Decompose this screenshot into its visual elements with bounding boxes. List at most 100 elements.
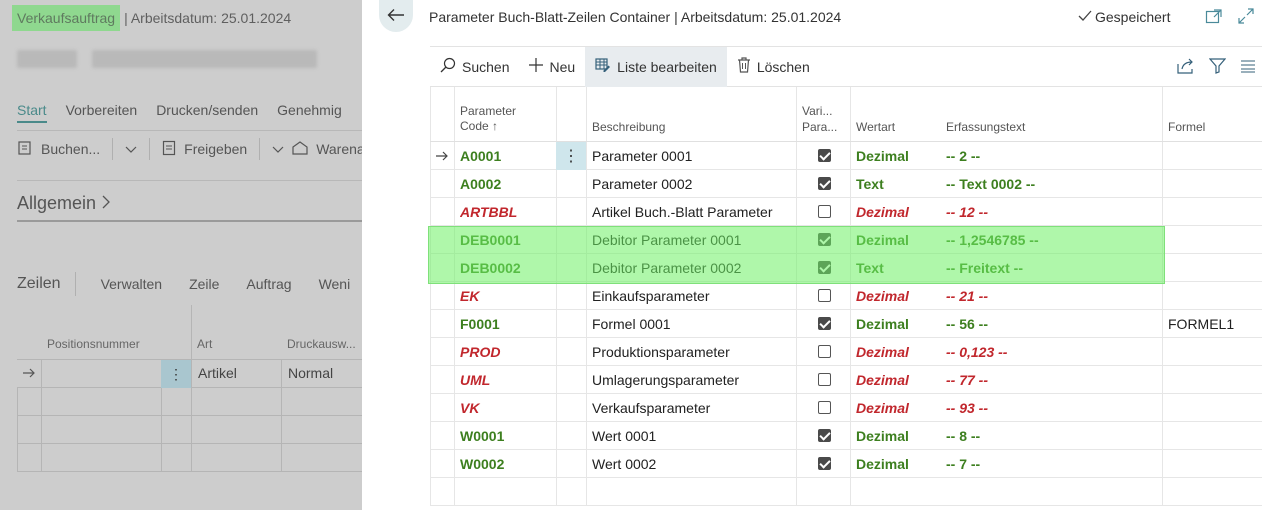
col-formula[interactable]: Formel [1168,120,1205,135]
new-button[interactable]: Neu [519,47,585,87]
cell-description[interactable]: Parameter 0001 [592,142,792,170]
open-new-window-icon[interactable] [1205,8,1223,27]
cell-formula[interactable] [1168,254,1258,282]
more-dots-icon[interactable]: ⋮ [556,142,586,170]
list-row[interactable]: PROD Produktionsparameter Dezimal -- 0,123 … [430,338,1262,366]
col-entry-text[interactable]: Erfassungstext [946,120,1025,135]
section-general[interactable]: Allgemein [17,193,111,214]
list-row[interactable]: W0002 Wert 0002 Dezimal -- 7 -- [430,450,1262,478]
cell-description[interactable]: Produktionsparameter [592,338,792,366]
cell-entry-text[interactable]: -- 56 -- [946,310,1161,338]
edit-list-button[interactable]: Liste bearbeiten [585,46,727,87]
cell-value-type[interactable]: Dezimal [856,394,941,422]
list-row[interactable]: UML Umlagerungsparameter Dezimal -- 77 -- [430,366,1262,394]
cell-entry-text[interactable]: -- Text 0002 -- [946,170,1161,198]
cell-description[interactable]: Debitor Parameter 0001 [592,226,792,254]
tab-genehmigen[interactable]: Genehmig [277,102,342,123]
cell-value-type[interactable]: Dezimal [856,226,941,254]
cell-entry-text[interactable]: -- 8 -- [946,422,1161,450]
cell-entry-text[interactable]: -- 1,2546785 -- [946,226,1161,254]
variable-checkbox[interactable] [818,149,831,162]
tab-start[interactable]: Start [17,102,47,123]
cell-formula[interactable] [1168,170,1258,198]
cell-value-type[interactable]: Dezimal [856,282,941,310]
cell-code[interactable]: EK [460,282,556,310]
delete-button[interactable]: Löschen [727,47,820,87]
col-description[interactable]: Beschreibung [592,120,665,135]
cell-print[interactable]: Normal [288,365,333,381]
cell-description[interactable]: Wert 0001 [592,422,792,450]
cell-value-type[interactable]: Dezimal [856,338,941,366]
list-row-empty[interactable] [430,478,1262,506]
back-button[interactable] [379,0,413,32]
more-dots-icon[interactable]: ⋮ [161,360,191,388]
share-icon[interactable] [1177,58,1195,77]
cell-value-type[interactable]: Dezimal [856,366,941,394]
cell-value-type[interactable]: Text [856,254,941,282]
cell-code[interactable]: VK [460,394,556,422]
variable-checkbox[interactable] [818,429,831,442]
variable-checkbox[interactable] [818,345,831,358]
cell-entry-text[interactable]: -- 7 -- [946,450,1161,478]
col-code-line1[interactable]: Parameter [460,104,516,119]
cell-formula[interactable] [1168,394,1258,422]
cell-formula[interactable] [1168,366,1258,394]
release-button[interactable]: Freigeben [184,141,247,157]
variable-checkbox[interactable] [818,457,831,470]
lines-action-manage[interactable]: Verwalten [101,276,162,292]
tab-vorbereiten[interactable]: Vorbereiten [66,102,138,123]
cell-code[interactable]: A0001 [460,142,556,170]
list-row[interactable]: EK Einkaufsparameter Dezimal -- 21 -- [430,282,1262,310]
list-row[interactable]: ARTBBL Artikel Buch.-Blatt Parameter Dezim… [430,198,1262,226]
variable-checkbox[interactable] [818,177,831,190]
warehouse-button[interactable]: Warena [316,141,362,157]
cell-value-type[interactable]: Text [856,170,941,198]
col-variable-line2[interactable]: Para... [802,120,837,135]
cell-code[interactable]: W0001 [460,422,556,450]
list-row[interactable]: F0001 Formel 0001 Dezimal -- 56 -- FORMEL1 [430,310,1262,338]
col-print[interactable]: Druckausw... [287,337,356,351]
lines-grid-row[interactable] [17,444,362,472]
cell-type[interactable]: Artikel [198,365,237,381]
cell-description[interactable]: Verkaufsparameter [592,394,792,422]
col-position[interactable]: Positionsnummer [47,337,140,351]
cell-entry-text[interactable]: -- Freitext -- [946,254,1161,282]
cell-description[interactable]: Parameter 0002 [592,170,792,198]
cell-code[interactable]: A0002 [460,170,556,198]
cell-entry-text[interactable]: -- 77 -- [946,366,1161,394]
cell-formula[interactable] [1168,198,1258,226]
cell-value-type[interactable]: Dezimal [856,422,941,450]
cell-description[interactable]: Debitor Parameter 0002 [592,254,792,282]
cell-code[interactable]: PROD [460,338,556,366]
lines-grid-row[interactable] [17,388,362,416]
list-row[interactable]: W0001 Wert 0001 Dezimal -- 8 -- [430,422,1262,450]
cell-formula[interactable] [1168,338,1258,366]
cell-value-type[interactable]: Dezimal [856,310,941,338]
cell-description[interactable]: Formel 0001 [592,310,792,338]
cell-code[interactable]: W0002 [460,450,556,478]
variable-checkbox[interactable] [818,205,831,218]
cell-code[interactable]: F0001 [460,310,556,338]
list-row[interactable]: DEB0001 Debitor Parameter 0001 Dezimal -- 1… [430,226,1262,254]
cell-description[interactable]: Wert 0002 [592,450,792,478]
cell-entry-text[interactable]: -- 93 -- [946,394,1161,422]
cell-entry-text[interactable]: -- 2 -- [946,142,1161,170]
cell-formula[interactable] [1168,450,1258,478]
variable-checkbox[interactable] [818,261,831,274]
lines-grid-row[interactable]: ⋮ Artikel Normal [17,360,362,388]
cell-entry-text[interactable]: -- 12 -- [946,198,1161,226]
chevron-down-icon[interactable] [272,141,284,157]
lines-action-order[interactable]: Auftrag [246,276,291,292]
cell-formula[interactable] [1168,142,1258,170]
variable-checkbox[interactable] [818,373,831,386]
cell-value-type[interactable]: Dezimal [856,198,941,226]
filter-icon[interactable] [1208,57,1227,77]
cell-entry-text[interactable]: -- 0,123 -- [946,338,1161,366]
lines-grid-row[interactable] [17,416,362,444]
cell-code[interactable]: DEB0001 [460,226,556,254]
cell-formula[interactable] [1168,422,1258,450]
col-type[interactable]: Art [197,337,212,351]
variable-checkbox[interactable] [818,289,831,302]
list-row[interactable]: ⋮ A0001 Parameter 0001 Dezimal -- 2 -- [430,142,1262,170]
cell-value-type[interactable]: Dezimal [856,450,941,478]
